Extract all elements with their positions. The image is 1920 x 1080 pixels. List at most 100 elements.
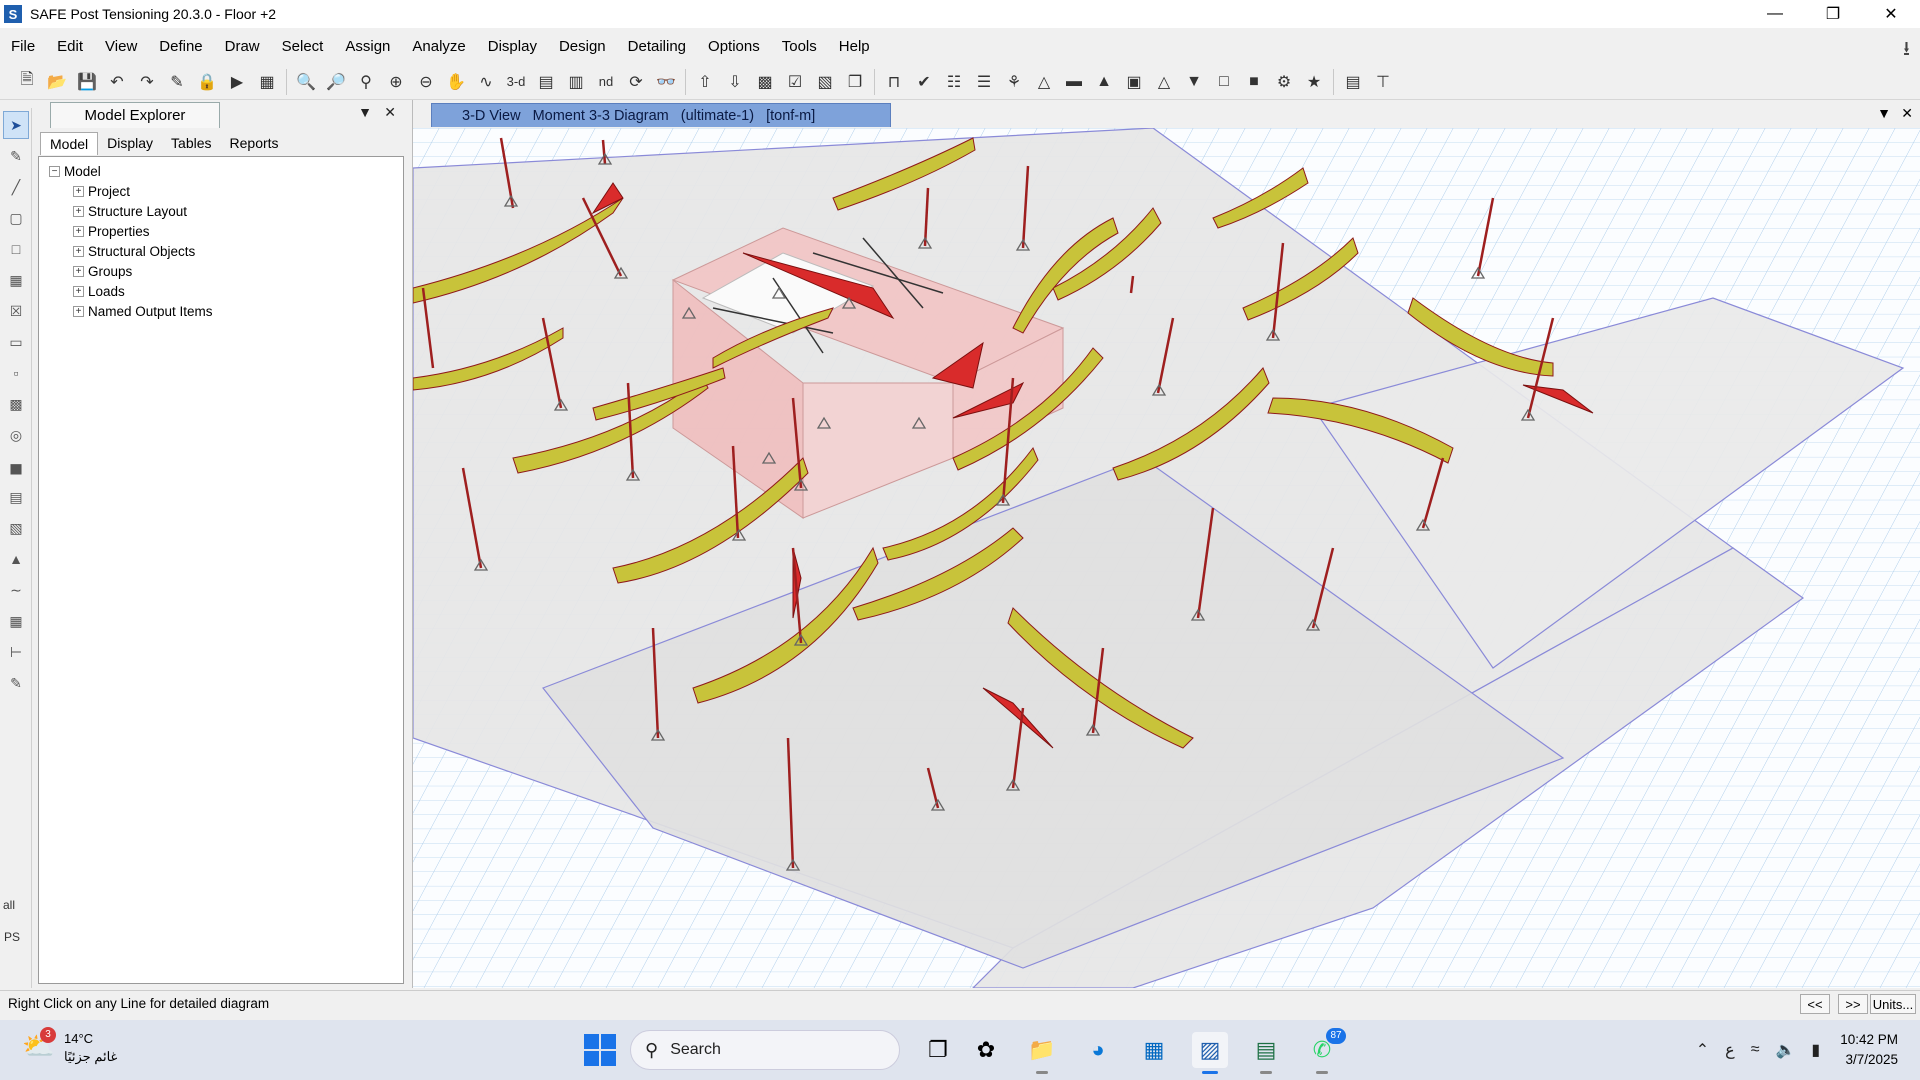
elevation-view-icon[interactable]: ▥ [562, 68, 590, 96]
volume-icon[interactable]: 🔈 [1775, 1040, 1795, 1060]
tree-item-groups[interactable]: + Groups [39, 261, 403, 281]
close-button[interactable]: ✕ [1862, 0, 1920, 28]
perspective-icon[interactable]: 👓 [652, 68, 680, 96]
display-design-icon[interactable]: ⊤ [1369, 68, 1397, 96]
expand-icon[interactable]: + [73, 185, 84, 197]
object-shrink-icon[interactable]: ▩ [751, 68, 779, 96]
move-up-icon[interactable]: ⇧ [691, 68, 719, 96]
menu-display[interactable]: Display [477, 38, 548, 55]
slab-strip-icon[interactable]: ▬ [1060, 68, 1088, 96]
plan-view-icon[interactable]: ▤ [532, 68, 560, 96]
draw-wall-icon-left[interactable]: ▅ [3, 452, 29, 480]
menu-edit[interactable]: Edit [46, 38, 94, 55]
file-explorer-icon[interactable]: 📁 [1024, 1032, 1060, 1074]
punching-shear-icon[interactable]: △ [1150, 68, 1178, 96]
draw-grid-icon[interactable]: ▦ [3, 607, 29, 635]
expand-icon[interactable]: + [73, 285, 84, 297]
tab-model[interactable]: Model [40, 132, 99, 155]
chevron-up-icon[interactable]: ⌃ [1696, 1040, 1709, 1060]
safe-app-icon[interactable]: S [4, 5, 22, 23]
rotate-view-icon[interactable]: ⟳ [622, 68, 650, 96]
draw-frame-icon[interactable]: ⚘ [1000, 68, 1028, 96]
safe-taskbar-icon[interactable]: ▨ [1192, 1032, 1228, 1074]
slab-display-icon[interactable]: ▣ [1120, 68, 1148, 96]
viewport-close-icon[interactable]: ✕ [1901, 105, 1913, 122]
menu-options[interactable]: Options [697, 38, 771, 55]
excel-icon[interactable]: ▤ [1248, 1032, 1284, 1074]
expand-icon[interactable]: + [73, 225, 84, 237]
language-indicator[interactable]: ع [1725, 1040, 1735, 1060]
explorer-dropdown-icon[interactable]: ▼ [358, 104, 372, 120]
expand-icon[interactable]: + [73, 305, 84, 317]
tab-display[interactable]: Display [98, 132, 162, 155]
draw-column-icon[interactable]: ▩ [3, 390, 29, 418]
menu-help[interactable]: Help [828, 38, 881, 55]
minimize-button[interactable]: — [1746, 0, 1804, 28]
copilot-icon[interactable]: ✿ [968, 1032, 1004, 1068]
force-icon[interactable]: ⚙ [1270, 68, 1298, 96]
pan-icon[interactable]: ✋ [442, 68, 470, 96]
previous-selection-button[interactable]: PS [4, 930, 20, 944]
expand-icon[interactable]: + [73, 245, 84, 257]
start-button[interactable] [584, 1034, 616, 1066]
tab-tables[interactable]: Tables [162, 132, 220, 155]
zoom-out-icon[interactable]: ⊖ [412, 68, 440, 96]
nd-view-button[interactable]: nd [592, 68, 620, 96]
tree-item-structure-layout[interactable]: + Structure Layout [39, 201, 403, 221]
measure-icon[interactable]: ∿ [472, 68, 500, 96]
move-down-icon[interactable]: ⇩ [721, 68, 749, 96]
draw-text-icon[interactable]: ✎ [3, 669, 29, 697]
reaction-icon[interactable]: ■ [1240, 68, 1268, 96]
menu-file[interactable]: File [0, 38, 46, 55]
draw-wall-icon[interactable]: ☷ [940, 68, 968, 96]
explorer-close-icon[interactable]: ✕ [384, 104, 396, 121]
microsoft-store-icon[interactable]: ▦ [1136, 1032, 1172, 1068]
draw-beam-icon[interactable]: ⊓ [880, 68, 908, 96]
draw-beam-icon-left[interactable]: ▤ [3, 483, 29, 511]
draw-tendon-icon-left[interactable]: ∼ [3, 576, 29, 604]
undo-icon[interactable]: ↶ [103, 68, 131, 96]
menu-draw[interactable]: Draw [214, 38, 271, 55]
view-3d-button[interactable]: 3-d [502, 68, 530, 96]
draw-slab-icon[interactable]: ▢ [3, 204, 29, 232]
download-icon[interactable]: ⭳ [1903, 34, 1910, 68]
tree-item-model[interactable]: − Model [39, 161, 403, 181]
viewport-dropdown-icon[interactable]: ▼ [1877, 105, 1891, 121]
edge-browser-icon[interactable]: ◕ [1080, 1032, 1116, 1068]
menu-design[interactable]: Design [548, 38, 617, 55]
draw-tendon-icon[interactable]: ✔ [910, 68, 938, 96]
moment-icon[interactable]: ★ [1300, 68, 1328, 96]
save-icon[interactable]: 💾 [73, 68, 101, 96]
wifi-icon[interactable]: ≈ [1751, 1041, 1760, 1059]
units-button[interactable]: Units... [1870, 994, 1916, 1014]
draw-point-icon[interactable]: ◎ [3, 421, 29, 449]
zoom-restore-icon[interactable]: 🔎 [322, 68, 350, 96]
taskbar-search[interactable]: ⚲ Search [630, 1030, 900, 1070]
menu-assign[interactable]: Assign [334, 38, 401, 55]
select-all-button[interactable]: all [3, 898, 15, 912]
tab-reports[interactable]: Reports [221, 132, 288, 155]
tree-item-loads[interactable]: + Loads [39, 281, 403, 301]
zoom-in-icon[interactable]: ⊕ [382, 68, 410, 96]
expand-icon[interactable]: + [73, 265, 84, 277]
3d-model-canvas[interactable] [413, 128, 1920, 988]
draw-rect-slab-icon[interactable]: □ [3, 235, 29, 263]
weather-widget[interactable]: ⛅ 3 14°C غائم جزئيًا [22, 1027, 117, 1066]
display-3d-icon[interactable]: ❐ [841, 68, 869, 96]
clock[interactable]: 10:42 PM 3/7/2025 [1840, 1030, 1898, 1070]
edit-pencil-icon[interactable]: ✎ [163, 68, 191, 96]
menu-select[interactable]: Select [271, 38, 335, 55]
collapse-icon[interactable]: − [49, 165, 60, 177]
tree-item-properties[interactable]: + Properties [39, 221, 403, 241]
menu-detailing[interactable]: Detailing [617, 38, 697, 55]
detail-icon[interactable]: □ [1210, 68, 1238, 96]
open-icon[interactable]: 📂 [43, 68, 71, 96]
pointer-icon[interactable]: ➤ [3, 111, 29, 139]
draw-drop-panel-icon[interactable]: ▭ [3, 328, 29, 356]
zoom-window-icon[interactable]: 🔍 [292, 68, 320, 96]
menu-tools[interactable]: Tools [771, 38, 828, 55]
redo-icon[interactable]: ↷ [133, 68, 161, 96]
reshape-icon[interactable]: ✎ [3, 142, 29, 170]
next-button[interactable]: >> [1838, 994, 1868, 1014]
tree-item-project[interactable]: + Project [39, 181, 403, 201]
